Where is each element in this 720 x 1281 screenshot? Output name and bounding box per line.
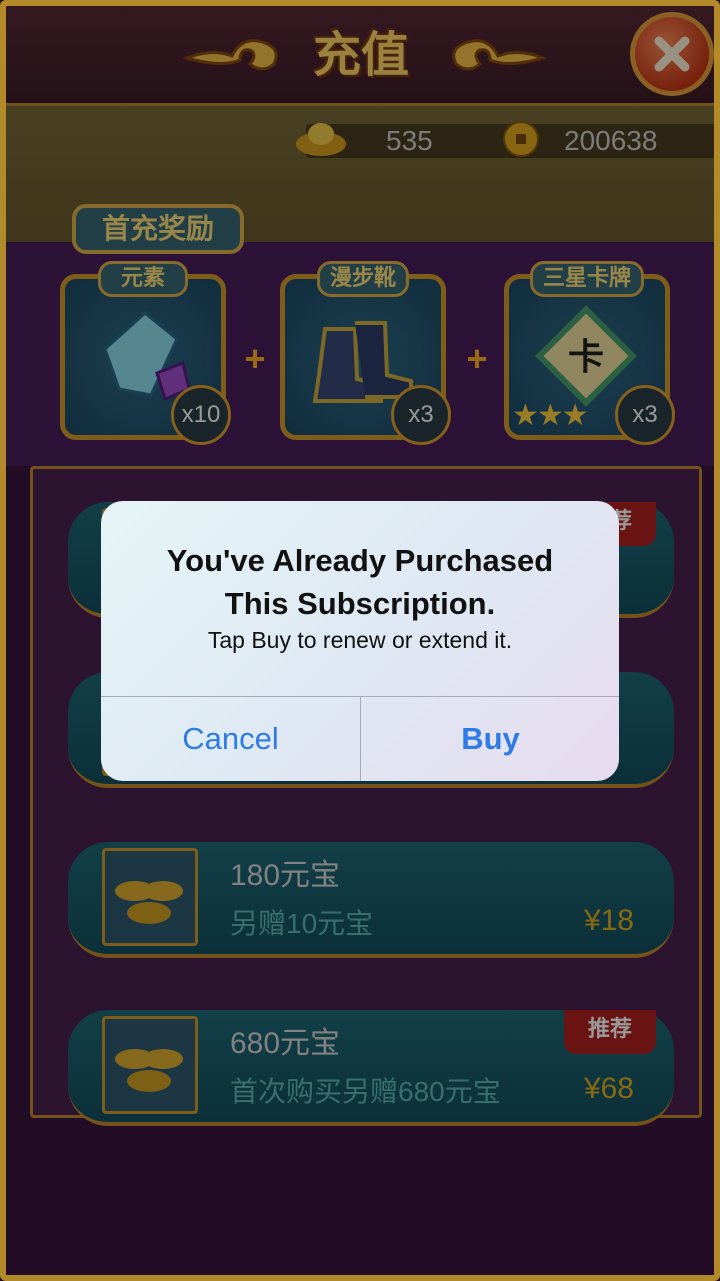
purchase-alert-dialog: You've Already Purchased This Subscripti… bbox=[101, 501, 619, 781]
alert-message: Tap Buy to renew or extend it. bbox=[207, 627, 513, 653]
cancel-button[interactable]: Cancel bbox=[101, 697, 360, 781]
alert-title: You've Already Purchased This Subscripti… bbox=[166, 543, 554, 621]
buy-button[interactable]: Buy bbox=[361, 697, 619, 781]
